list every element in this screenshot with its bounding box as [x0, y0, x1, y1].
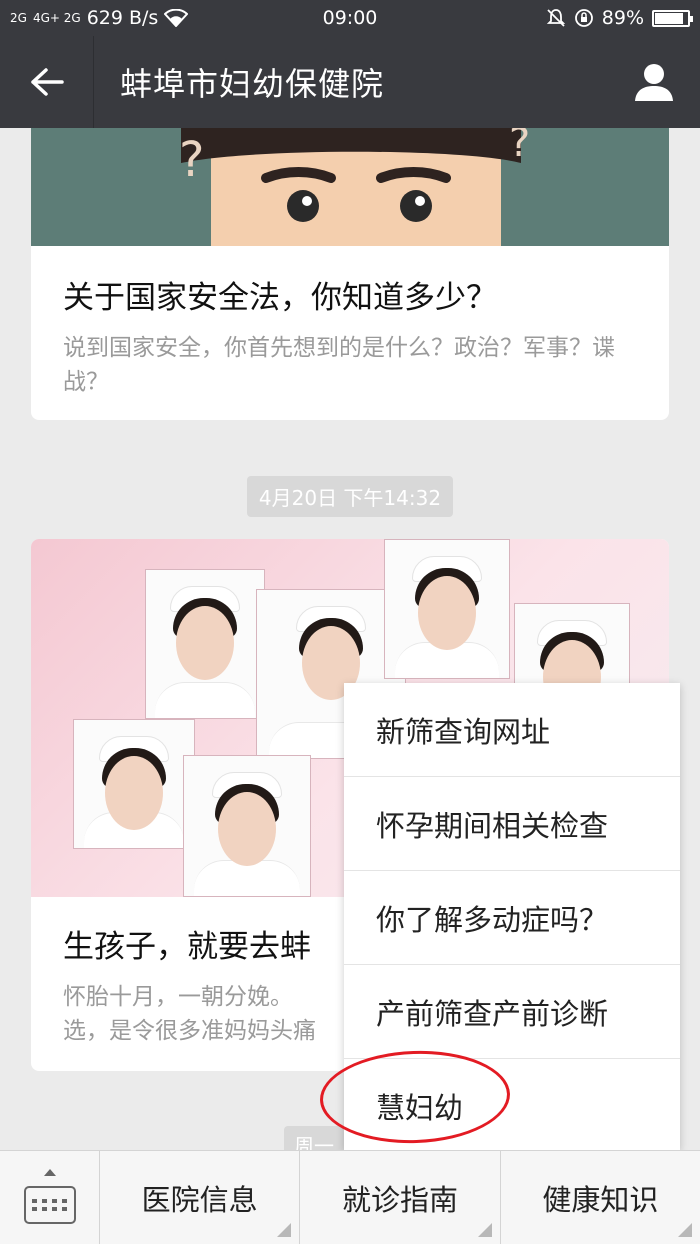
article-title: 关于国家安全法，你知道多少？	[63, 280, 497, 316]
page-title: 蚌埠市妇幼保健院	[120, 65, 385, 103]
article-card[interactable]: ? ? 关于国家安全法，你知道多少？ 说到国家安全，你首先想到的是什么？政治？军…	[31, 128, 669, 420]
menu-item-newborn-screening[interactable]: 新筛查询网址	[344, 683, 680, 777]
nurse-photo	[183, 755, 311, 897]
battery-percent: 89%	[601, 7, 644, 29]
status-bar: 2G 4G+ 2G 629 B/s 09:00 89%	[0, 0, 700, 36]
menu-item-prenatal-diagnosis[interactable]: 产前筛查产前诊断	[344, 965, 680, 1059]
custom-menu-bar: 医院信息 就诊指南 健康知识	[0, 1150, 700, 1244]
message-timestamp: 4月20日 下午14:32	[0, 476, 700, 517]
profile-button[interactable]	[608, 36, 700, 128]
next-timestamp: 周一	[284, 1126, 344, 1150]
menu-item-hui-fuyou[interactable]: 慧妇幼	[344, 1059, 680, 1153]
svg-text:?: ?	[509, 128, 530, 166]
person-icon	[635, 64, 673, 101]
rotation-lock-icon	[574, 9, 593, 27]
keyboard-icon	[23, 1186, 76, 1224]
nurse-photo	[384, 539, 510, 679]
menu-item-adhd[interactable]: 你了解多动症吗？	[344, 871, 680, 965]
article-cover-image: ? ?	[31, 128, 669, 246]
tab-label: 医院信息	[141, 1183, 258, 1217]
svg-text:?: ?	[179, 132, 204, 188]
back-arrow-icon	[30, 68, 64, 96]
menu-tab-health-knowledge[interactable]: 健康知识	[501, 1151, 700, 1244]
network-speed: 629 B/s	[86, 7, 159, 29]
submenu-popup: 新筛查询网址 怀孕期间相关检查 你了解多动症吗？ 产前筛查产前诊断 慧妇幼	[344, 683, 680, 1150]
wifi-icon	[164, 9, 189, 27]
mute-icon	[546, 9, 565, 27]
menu-tab-hospital-info[interactable]: 医院信息	[100, 1151, 301, 1244]
signal-icon: 2G	[10, 11, 27, 25]
title-bar: 蚌埠市妇幼保健院	[0, 36, 700, 128]
timestamp-label: 4月20日 下午14:32	[246, 476, 454, 517]
signal-icon-secondary: 4G+ 2G	[32, 11, 81, 25]
battery-icon	[652, 9, 693, 27]
menu-tab-visit-guide[interactable]: 就诊指南	[300, 1151, 501, 1244]
menu-item-pregnancy-checks[interactable]: 怀孕期间相关检查	[344, 777, 680, 871]
cartoon-face-illustration: ? ?	[31, 128, 669, 246]
nurse-photo	[73, 719, 195, 849]
tab-label: 就诊指南	[341, 1183, 458, 1217]
keyboard-toggle-button[interactable]	[0, 1151, 100, 1244]
tab-label: 健康知识	[542, 1183, 659, 1217]
article-description: 说到国家安全，你首先想到的是什么？政治？军事？谍战？	[63, 335, 615, 395]
back-button[interactable]	[0, 36, 94, 128]
nurse-photo	[145, 569, 265, 719]
